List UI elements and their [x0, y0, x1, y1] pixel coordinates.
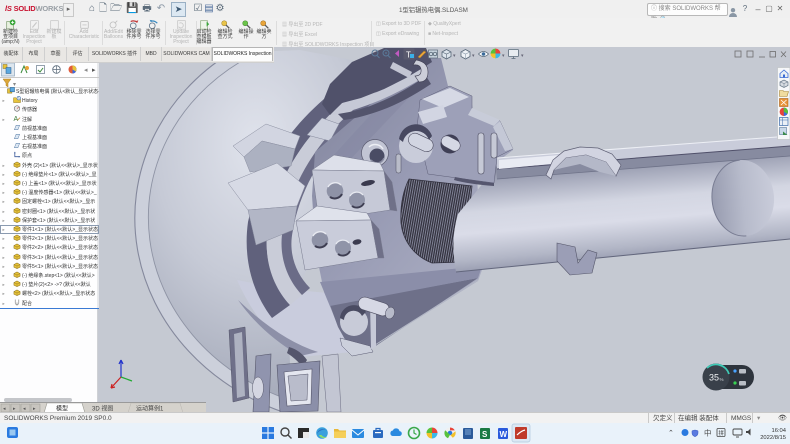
svg-text:中: 中: [704, 428, 712, 438]
svg-text:A: A: [14, 116, 19, 122]
svg-text:2022/8/15: 2022/8/15: [760, 435, 786, 441]
svg-text:⌃: ⌃: [668, 429, 674, 437]
svg-text:%: %: [720, 377, 724, 382]
svg-text:16:04: 16:04: [771, 428, 786, 434]
svg-text:35: 35: [709, 373, 719, 383]
svg-text:◂: ◂: [84, 67, 88, 74]
svg-text:S: S: [482, 430, 488, 439]
svg-text:W: W: [500, 430, 508, 439]
svg-text:拼: 拼: [719, 429, 725, 437]
svg-text:▸: ▸: [92, 67, 96, 74]
